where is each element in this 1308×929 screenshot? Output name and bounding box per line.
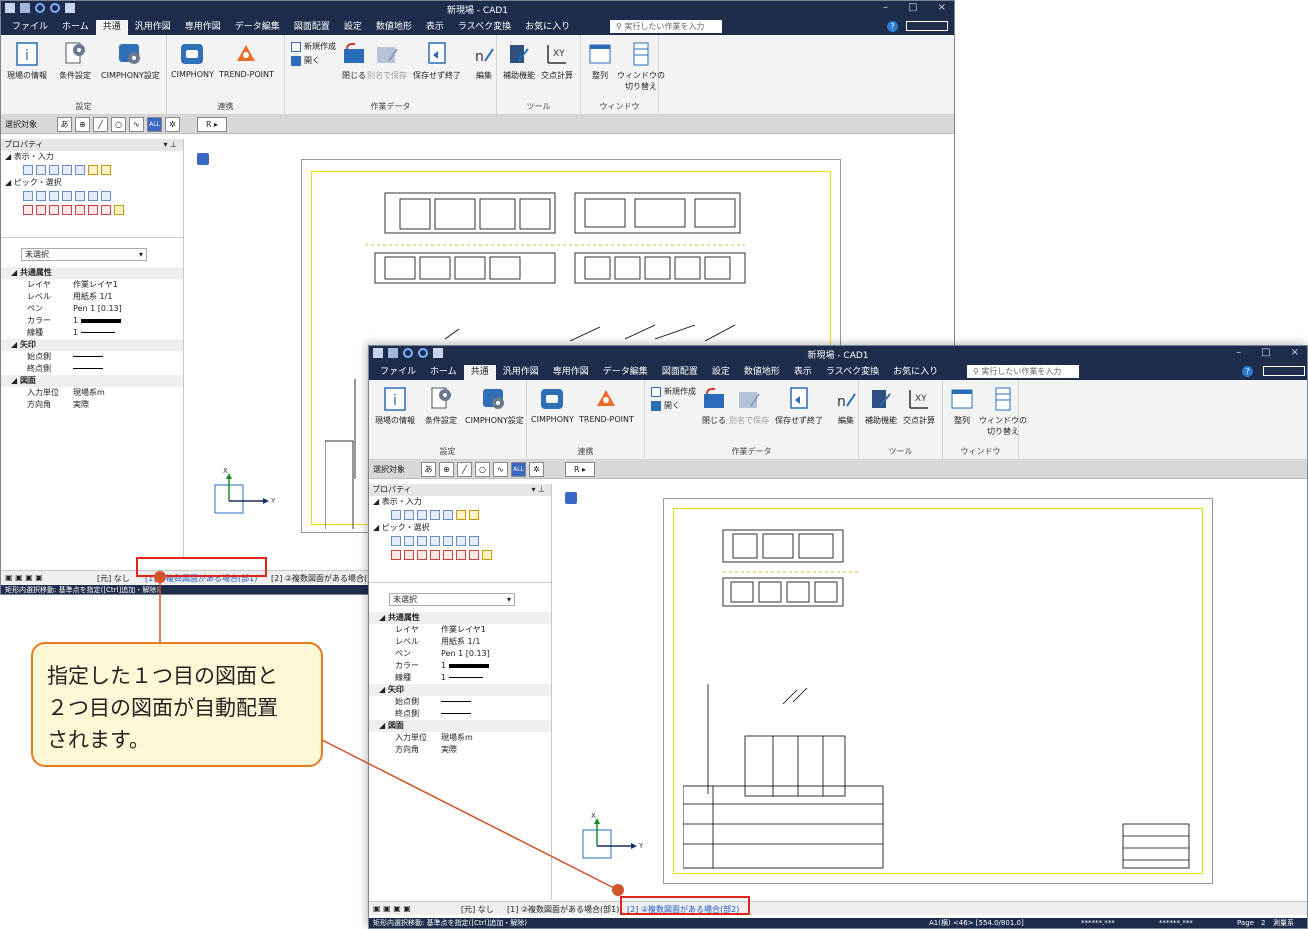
callout-line-2: ２つ目の図面が自動配置 xyxy=(47,696,278,720)
annotation-callout: 指定した１つ目の図面と ２つ目の図面が自動配置 されます。 xyxy=(31,642,323,767)
callout-line-3: されます。 xyxy=(47,728,150,752)
callout-connectors xyxy=(154,571,624,896)
callout-line-1: 指定した１つ目の図面と xyxy=(47,664,278,688)
